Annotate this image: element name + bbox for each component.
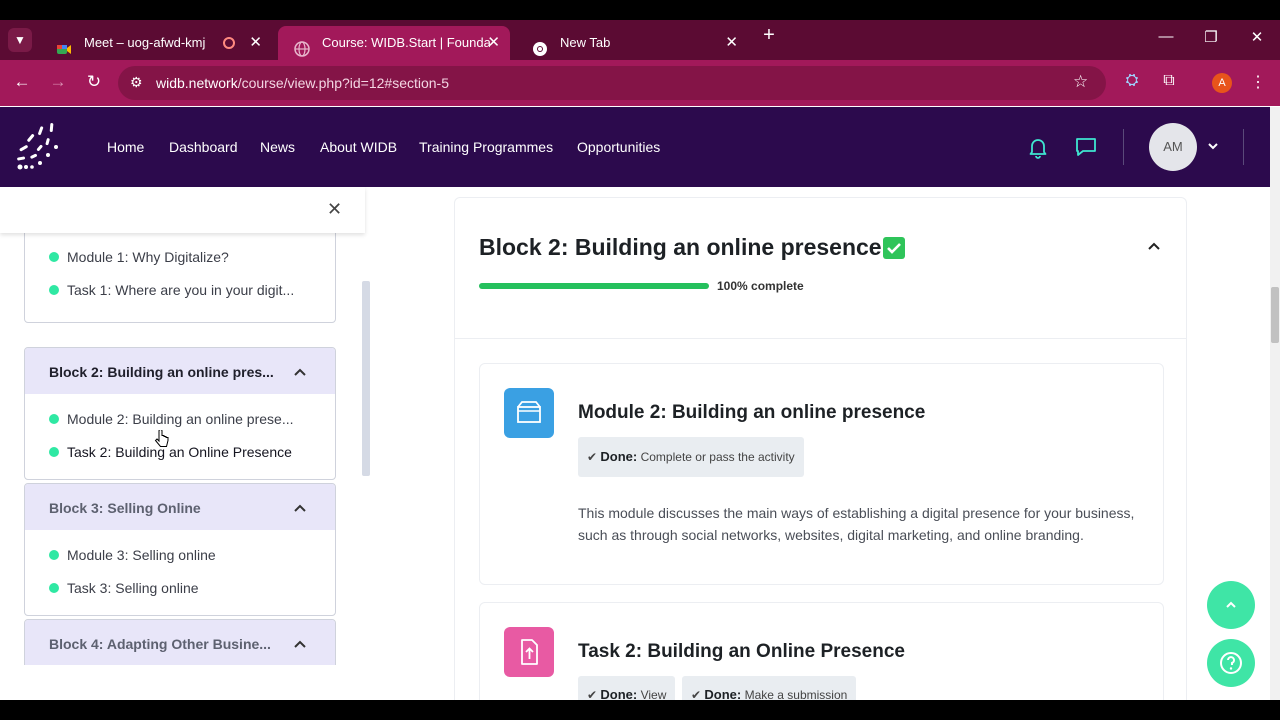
- chevron-down-icon[interactable]: [1206, 139, 1220, 153]
- close-window-icon[interactable]: ✕: [1242, 28, 1272, 46]
- close-tab-icon[interactable]: ✕: [487, 26, 500, 60]
- chevron-up-icon[interactable]: [293, 636, 307, 648]
- close-drawer-icon[interactable]: ✕: [327, 199, 342, 220]
- block-header[interactable]: Block 2: Building an online pres...: [25, 348, 335, 394]
- reload-icon[interactable]: ↻: [82, 72, 106, 92]
- bell-icon[interactable]: [1026, 135, 1050, 159]
- site-info-icon[interactable]: ⚙: [130, 74, 143, 91]
- extension-icon[interactable]: ⛭: [1120, 72, 1144, 90]
- help-button[interactable]: [1207, 639, 1255, 687]
- puzzle-icon[interactable]: ⧉: [1157, 72, 1181, 90]
- check-icon: ✔: [587, 688, 598, 700]
- section-title: Block 2: Building an online presence: [479, 234, 882, 260]
- forward-icon[interactable]: →: [46, 72, 70, 92]
- progress-bar: [479, 283, 709, 289]
- box-icon[interactable]: [504, 388, 554, 438]
- chevron-up-icon[interactable]: [293, 500, 307, 512]
- back-icon[interactable]: ←: [10, 72, 34, 92]
- course-index-drawer: Module 1: Why Digitalize? Task 1: Where …: [0, 233, 372, 665]
- drawer-header: ✕: [0, 187, 365, 233]
- scrollbar-thumb[interactable]: [1271, 287, 1279, 343]
- tab-title: Course: WIDB.Start | Foundation: [322, 35, 490, 50]
- nav-training-programmes[interactable]: Training Programmes: [419, 139, 553, 155]
- url-field[interactable]: ⚙ widb.network/course/view.php?id=12#sec…: [118, 66, 1106, 100]
- course-index-item[interactable]: Task 1: Where are you in your digit...: [25, 275, 335, 308]
- completion-dot: [49, 447, 59, 457]
- course-block-4: Block 4: Adapting Other Busine...: [24, 619, 336, 665]
- back-to-top-button[interactable]: [1207, 581, 1255, 629]
- course-block-3: Block 3: Selling Online Module 3: Sellin…: [24, 483, 336, 616]
- check-icon: ✔: [691, 688, 702, 700]
- tab-bar: ▼ Meet – uog-afwd-kmj ✕ Course: WIDB.Sta…: [0, 20, 1280, 60]
- completion-dot: [49, 550, 59, 560]
- chevron-up-icon[interactable]: [1147, 238, 1161, 250]
- course-block-1: Module 1: Why Digitalize? Task 1: Where …: [24, 233, 336, 323]
- close-tab-icon[interactable]: ✕: [725, 26, 738, 60]
- bookmark-star-icon[interactable]: ☆: [1073, 72, 1088, 92]
- activity-title[interactable]: Module 2: Building an online presence: [578, 402, 925, 424]
- progress-label: 100% complete: [717, 279, 804, 293]
- site-header: Home Dashboard News About WIDB Training …: [0, 107, 1270, 187]
- close-tab-icon[interactable]: ✕: [249, 26, 262, 60]
- completion-badge: ✔ Done: View: [578, 676, 676, 700]
- tab-meet[interactable]: Meet – uog-afwd-kmj ✕: [40, 26, 272, 60]
- nav-home[interactable]: Home: [107, 139, 144, 155]
- completion-badge: ✔ Done: Complete or pass the activity: [578, 437, 804, 477]
- more-menu-icon[interactable]: ⋮: [1246, 72, 1270, 92]
- activity-title[interactable]: Task 2: Building an Online Presence: [578, 641, 905, 663]
- tab-new-tab[interactable]: New Tab ✕: [516, 26, 748, 60]
- drawer-scrollbar[interactable]: [362, 281, 370, 476]
- progress-fill: [479, 283, 709, 289]
- divider: [1123, 129, 1124, 165]
- block-header[interactable]: Block 4: Adapting Other Busine...: [25, 620, 335, 665]
- meet-icon: [56, 36, 72, 54]
- course-index-item-current[interactable]: Task 2: Building an Online Presence: [25, 437, 335, 470]
- course-index-item[interactable]: Module 2: Building an online prese...: [25, 404, 335, 437]
- tab-title: Meet – uog-afwd-kmj: [84, 35, 206, 50]
- checkmark-icon: [883, 237, 905, 259]
- page-scrollbar[interactable]: [1270, 107, 1280, 700]
- hand-cursor-icon: [154, 429, 170, 450]
- chevron-up-icon[interactable]: [293, 364, 307, 376]
- course-block-2: Block 2: Building an online pres... Modu…: [24, 347, 336, 480]
- course-index-item[interactable]: Module 3: Selling online: [25, 540, 335, 573]
- minimize-icon[interactable]: —: [1151, 28, 1181, 45]
- browser-window: ▼ Meet – uog-afwd-kmj ✕ Course: WIDB.Sta…: [0, 20, 1280, 700]
- completion-dot: [49, 285, 59, 295]
- divider: [455, 338, 1186, 339]
- tab-search-button[interactable]: ▼: [8, 28, 32, 52]
- completion-dot: [49, 414, 59, 424]
- file-upload-icon[interactable]: [504, 627, 554, 677]
- question-icon: [1220, 652, 1242, 674]
- activity-card: Task 2: Building an Online Presence ✔ Do…: [479, 602, 1164, 700]
- site-logo[interactable]: [14, 123, 66, 173]
- activity-card: Module 2: Building an online presence ✔ …: [479, 363, 1164, 585]
- activity-description: This module discusses the main ways of e…: [578, 505, 1135, 543]
- block-header[interactable]: Block 3: Selling Online: [25, 484, 335, 530]
- user-avatar[interactable]: AM: [1149, 123, 1197, 171]
- nav-dashboard[interactable]: Dashboard: [169, 139, 238, 155]
- nav-news[interactable]: News: [260, 139, 295, 155]
- chat-icon[interactable]: [1074, 135, 1098, 159]
- section-card: Block 2: Building an online presence 100…: [454, 197, 1187, 700]
- completion-badge: ✔ Done: Make a submission: [682, 676, 857, 700]
- globe-icon: [294, 36, 310, 57]
- restore-icon[interactable]: ❐: [1196, 28, 1226, 46]
- completion-dot: [49, 252, 59, 262]
- tab-course[interactable]: Course: WIDB.Start | Foundation ✕: [278, 26, 510, 60]
- recording-icon: [223, 37, 235, 49]
- check-icon: ✔: [587, 450, 598, 464]
- address-bar: ← → ↻ ⚙ widb.network/course/view.php?id=…: [0, 60, 1280, 106]
- nav-about[interactable]: About WIDB: [320, 139, 397, 155]
- new-tab-button[interactable]: +: [754, 24, 784, 47]
- chrome-icon: [532, 36, 548, 56]
- profile-avatar[interactable]: A: [1212, 73, 1232, 93]
- url-text: widb.network/course/view.php?id=12#secti…: [156, 75, 450, 91]
- completion-dot: [49, 583, 59, 593]
- course-index-item[interactable]: Task 3: Selling online: [25, 573, 335, 606]
- nav-opportunities[interactable]: Opportunities: [577, 139, 660, 155]
- tab-title: New Tab: [560, 35, 611, 50]
- divider: [1243, 129, 1244, 165]
- course-index-item[interactable]: Module 1: Why Digitalize?: [25, 242, 335, 275]
